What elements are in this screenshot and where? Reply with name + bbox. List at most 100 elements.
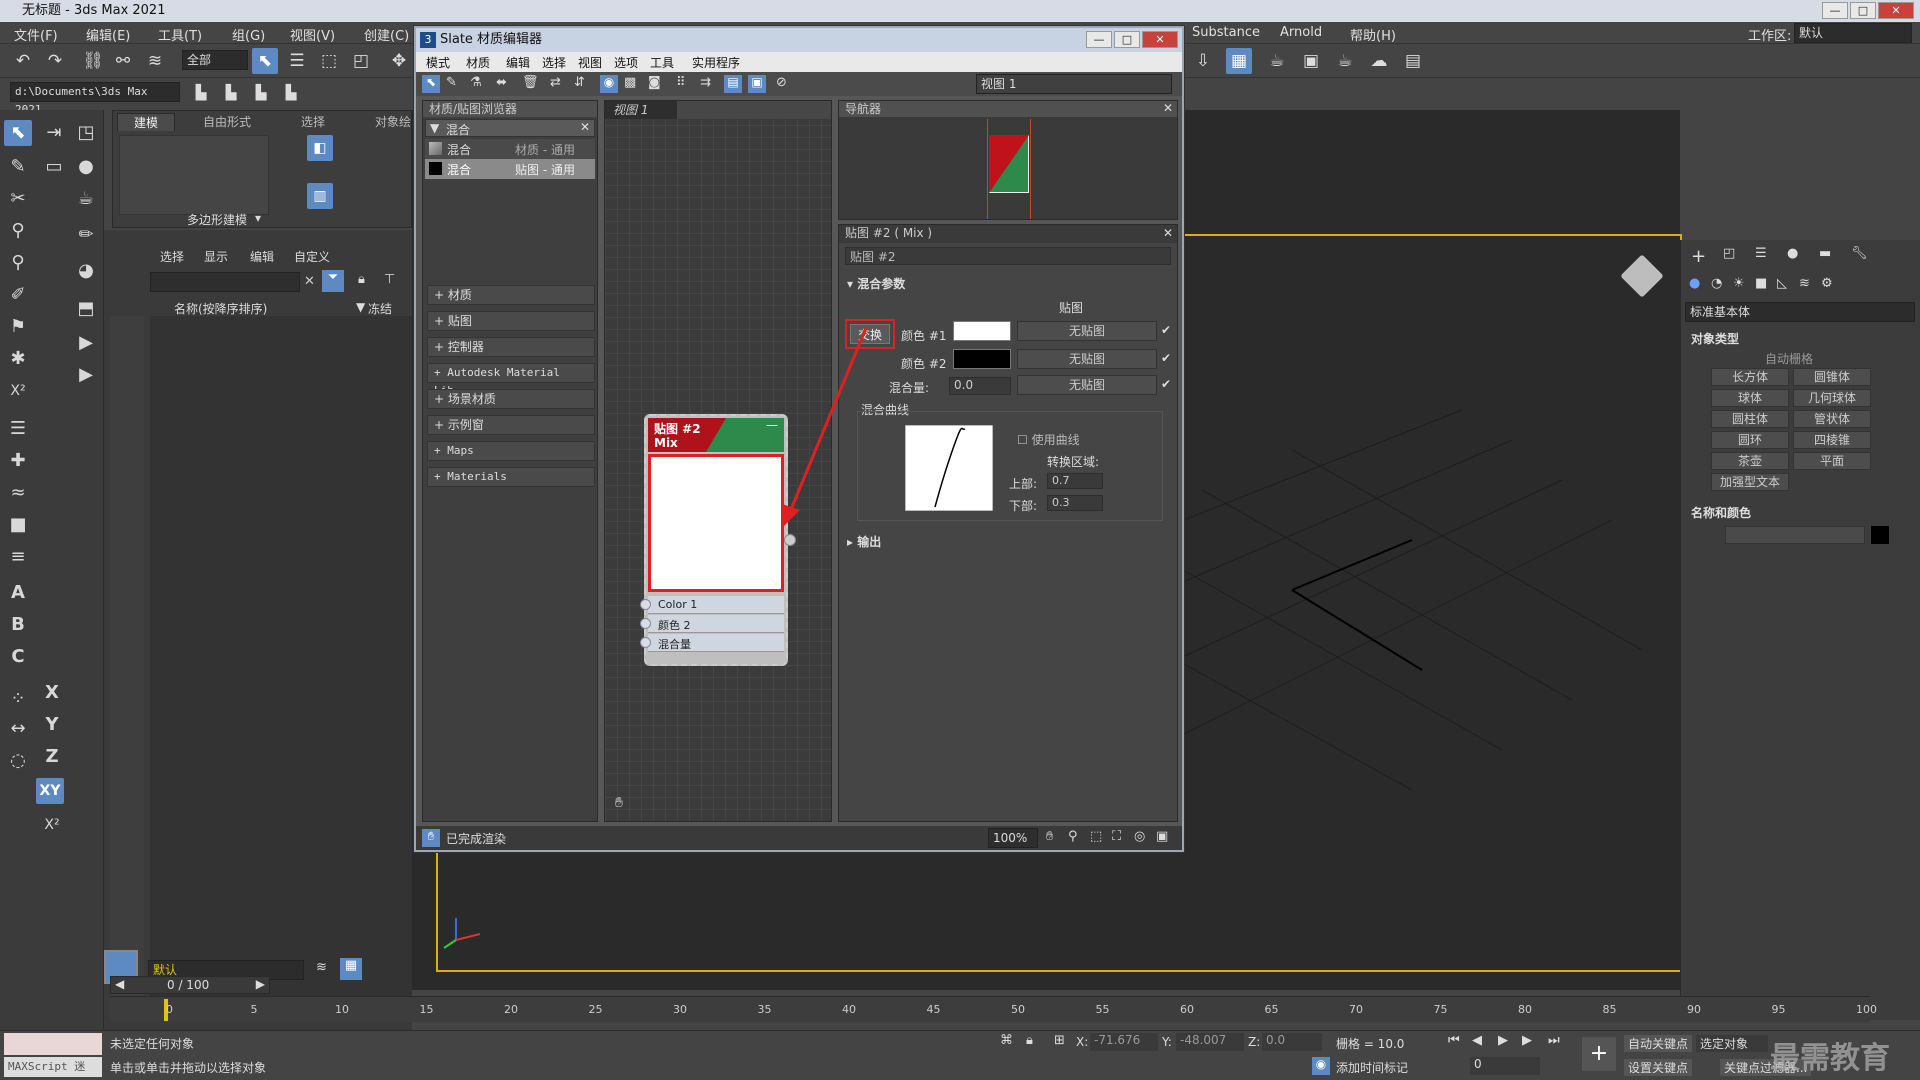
color2-map-checkbox[interactable]: ✔ — [1161, 351, 1171, 365]
create-tab-icon[interactable]: + — [1691, 246, 1706, 267]
display-tab-icon[interactable]: ▬ — [1819, 246, 1831, 261]
browser-group[interactable]: + 材质 — [427, 285, 595, 305]
y-coord-field[interactable]: -48.007 — [1176, 1033, 1244, 1051]
slate-background-icon[interactable]: ▩ — [624, 75, 636, 90]
primitive-button[interactable]: 圆环 — [1711, 431, 1789, 449]
ribbon-group-label[interactable]: 多边形建模 — [187, 211, 247, 228]
select-object-icon[interactable]: ⬉ — [252, 48, 278, 74]
b-tool-icon[interactable]: B — [4, 612, 32, 638]
frame-slider[interactable]: ◀ 0 / 100 ▶ — [110, 976, 270, 994]
close-icon[interactable]: ✕ — [1878, 2, 1914, 19]
lower-spinner[interactable]: 0.3 — [1047, 495, 1103, 511]
ribbon-group-dropdown-icon[interactable]: ▾ — [255, 211, 261, 225]
primitive-button[interactable]: 平面 — [1793, 452, 1871, 470]
project-open-icon[interactable]: ▙ — [218, 80, 244, 106]
axis-x-icon[interactable]: X — [38, 680, 66, 706]
window-crossing-icon[interactable]: ◰ — [348, 48, 374, 74]
node-input-slot[interactable]: 混合量 — [640, 634, 784, 652]
slate-assign-icon[interactable]: ⬌ — [496, 75, 507, 90]
slate-menu-mode[interactable]: 模式 — [426, 54, 450, 71]
c-tool-icon[interactable]: C — [4, 644, 32, 670]
sphere-icon[interactable]: ◕ — [72, 258, 100, 284]
slot-socket-icon[interactable] — [640, 637, 651, 648]
slate-pan-icon[interactable]: ✋︎ — [1046, 829, 1053, 844]
undo-icon[interactable]: ↶ — [10, 48, 36, 74]
render-icon[interactable]: ☕ — [1264, 48, 1290, 74]
timeline-track[interactable]: 0 5 10 15 20 25 30 35 40 45 50 55 60 65 70 75 80 85 90 95 10… — [110, 996, 1877, 1022]
slate-zoom-all-icon[interactable]: ▣ — [1156, 829, 1168, 844]
menu-edit[interactable]: 编辑(E) — [86, 25, 130, 44]
helpers-icon[interactable]: ◺ — [1777, 276, 1787, 291]
cube-icon[interactable]: ⬒ — [72, 296, 100, 322]
menu-substance[interactable]: Substance — [1192, 25, 1260, 40]
redo-icon[interactable]: ↷ — [42, 48, 68, 74]
node-collapse-icon[interactable]: — — [766, 418, 778, 432]
slate-show-map-icon[interactable]: ◉ — [600, 75, 618, 93]
primitive-button[interactable]: 管状体 — [1793, 410, 1871, 428]
link-icon[interactable]: ⛓ — [80, 48, 106, 74]
teapot-icon[interactable]: ☕ — [72, 186, 100, 212]
slate-menu-options[interactable]: 选项 — [614, 54, 638, 71]
explorer-search-input[interactable] — [150, 272, 300, 292]
menu-tools[interactable]: 工具(T) — [158, 25, 202, 44]
mix-amount-map-checkbox[interactable]: ✔ — [1161, 377, 1171, 391]
browser-result-material[interactable]: 混合 材质 - 通用 — [425, 139, 595, 159]
object-type-rollout[interactable]: 对象类型 — [1691, 330, 1739, 347]
render-setup-icon[interactable]: ⇩ — [1190, 48, 1216, 74]
slate-menu-material[interactable]: 材质 — [466, 54, 490, 71]
shapes-icon[interactable]: ◔ — [1711, 276, 1722, 291]
systems-icon[interactable]: ⚙ — [1821, 276, 1833, 291]
next-frame-icon[interactable]: ▶︎ — [1522, 1033, 1532, 1048]
slate-menu-edit[interactable]: 编辑 — [506, 54, 530, 71]
slate-layout-all-icon[interactable]: ⠿ — [676, 75, 686, 90]
set-key-button[interactable]: 设置关键点 — [1624, 1059, 1693, 1076]
grid-layout-icon[interactable]: ▤ — [1400, 48, 1426, 74]
xform-icon[interactable]: X² — [4, 378, 32, 404]
set-key-icon[interactable]: + — [1582, 1037, 1616, 1071]
workspace-dropdown[interactable]: 默认 — [1794, 23, 1912, 43]
slider-prev-icon[interactable]: ◀ — [115, 977, 124, 991]
slate-browser-toggle-icon[interactable]: ▤ — [724, 75, 742, 93]
explorer-hierarchy-icon[interactable]: ⊤ — [384, 272, 395, 287]
mix-map-node[interactable]: 贴图 #2 Mix — Color 1 颜色 2 混合量 — [640, 414, 796, 666]
project-folder-icon[interactable]: ▙ — [188, 80, 214, 106]
key-selection-dropdown[interactable]: 选定对象 — [1696, 1035, 1768, 1052]
plus-tool-icon[interactable]: ✚ — [4, 448, 32, 474]
z-coord-field[interactable]: 0.0 — [1262, 1033, 1322, 1051]
slate-layout-children-icon[interactable]: ⇉ — [700, 75, 711, 90]
slate-select-by-material-icon[interactable]: ⊘ — [776, 75, 787, 90]
slate-options-icon[interactable]: ◙ — [648, 75, 661, 90]
slot-socket-icon[interactable] — [640, 599, 651, 610]
select-by-name-icon[interactable]: ☰ — [284, 48, 310, 74]
upper-spinner[interactable]: 0.7 — [1047, 473, 1103, 489]
layer-settings-icon[interactable]: ▦ — [340, 958, 362, 980]
render-online-icon[interactable]: ☁ — [1366, 48, 1392, 74]
rectangular-selection-icon[interactable]: ⬚ — [316, 48, 342, 74]
project-save-icon[interactable]: ▙ — [248, 80, 274, 106]
menu-file[interactable]: 文件(F) — [14, 25, 58, 44]
node-input-slot[interactable]: 颜色 2 — [640, 615, 784, 633]
axis-z-icon[interactable]: Z — [38, 744, 66, 770]
link-tool-icon[interactable]: ⚲ — [4, 218, 32, 244]
modify-tab-icon[interactable]: ◰ — [1723, 246, 1735, 261]
slate-menu-utilities[interactable]: 实用程序 — [692, 54, 740, 71]
paint-select-icon[interactable]: ✂ — [4, 186, 32, 212]
slate-params-toggle-icon[interactable]: ▣ — [748, 75, 766, 93]
layer-stack-icon[interactable]: ≋ — [316, 960, 327, 975]
browser-search-input[interactable]: 混合 ▼ ✕ — [425, 119, 595, 137]
browser-group[interactable]: + 控制器 — [427, 337, 595, 357]
node-output-socket[interactable] — [784, 534, 796, 546]
menu-create[interactable]: 创建(C) — [364, 25, 409, 44]
menu-view[interactable]: 视图(V) — [290, 25, 335, 44]
select-scale-icon[interactable]: ◳ — [72, 120, 100, 146]
water-icon[interactable]: ≈ — [4, 480, 32, 506]
color1-map-button[interactable]: 无贴图 — [1017, 321, 1157, 341]
primitive-button[interactable]: 长方体 — [1711, 368, 1789, 386]
slate-zoom-region-icon[interactable]: ⬚ — [1090, 829, 1102, 844]
object-color-swatch[interactable] — [1871, 526, 1889, 544]
slate-delete-icon[interactable]: 🗑︎ — [522, 75, 539, 90]
slate-zoom-extents-icon[interactable]: ⛶ — [1112, 829, 1121, 844]
maxscript-listener[interactable] — [4, 1033, 102, 1055]
browser-group[interactable]: + 示例窗 — [427, 415, 595, 435]
absolute-mode-icon[interactable]: ⊞ — [1054, 1033, 1065, 1048]
